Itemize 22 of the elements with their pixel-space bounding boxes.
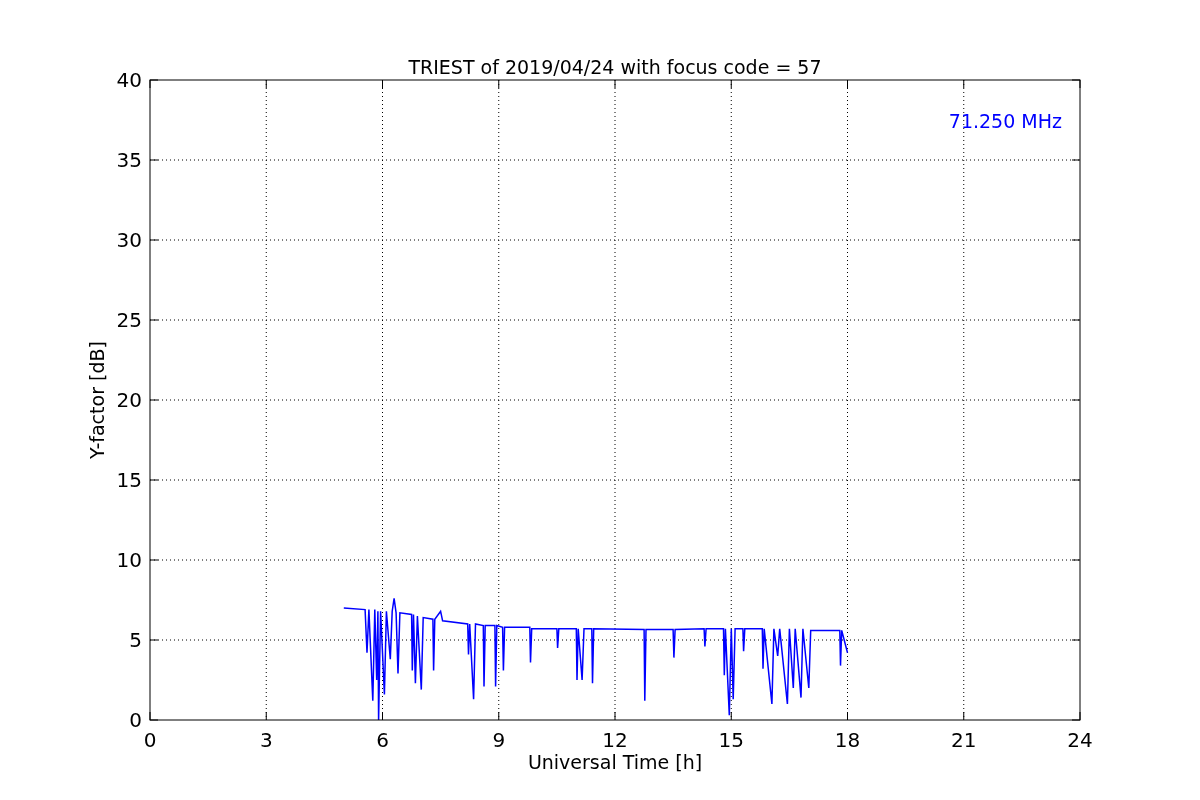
series-label: 71.250 MHz [948, 110, 1062, 132]
y-axis-label: Y-factor [dB] [86, 341, 108, 459]
y-tick-label: 30 [116, 228, 142, 252]
y-tick-label: 25 [116, 308, 142, 332]
y-tick-label: 5 [129, 628, 142, 652]
y-tick-label: 10 [116, 548, 142, 572]
y-tick-label: 40 [116, 68, 142, 92]
x-tick-label: 24 [1067, 728, 1093, 752]
x-tick-label: 12 [602, 728, 628, 752]
x-tick-label: 18 [834, 728, 861, 752]
x-tick-label: 9 [492, 728, 506, 752]
x-tick-label: 21 [951, 728, 977, 752]
y-tick-label: 35 [116, 148, 142, 172]
x-tick-label: 3 [259, 728, 273, 752]
y-tick-label: 20 [116, 388, 142, 412]
x-tick-label: 0 [143, 728, 157, 752]
chart-title: TRIEST of 2019/04/24 with focus code = 57 [408, 56, 822, 78]
y-tick-label: 15 [116, 468, 142, 492]
x-tick-label: 15 [718, 728, 744, 752]
y-tick-label: 0 [129, 708, 142, 732]
x-axis-label: Universal Time [h] [527, 751, 703, 773]
x-tick-label: 6 [376, 728, 389, 752]
